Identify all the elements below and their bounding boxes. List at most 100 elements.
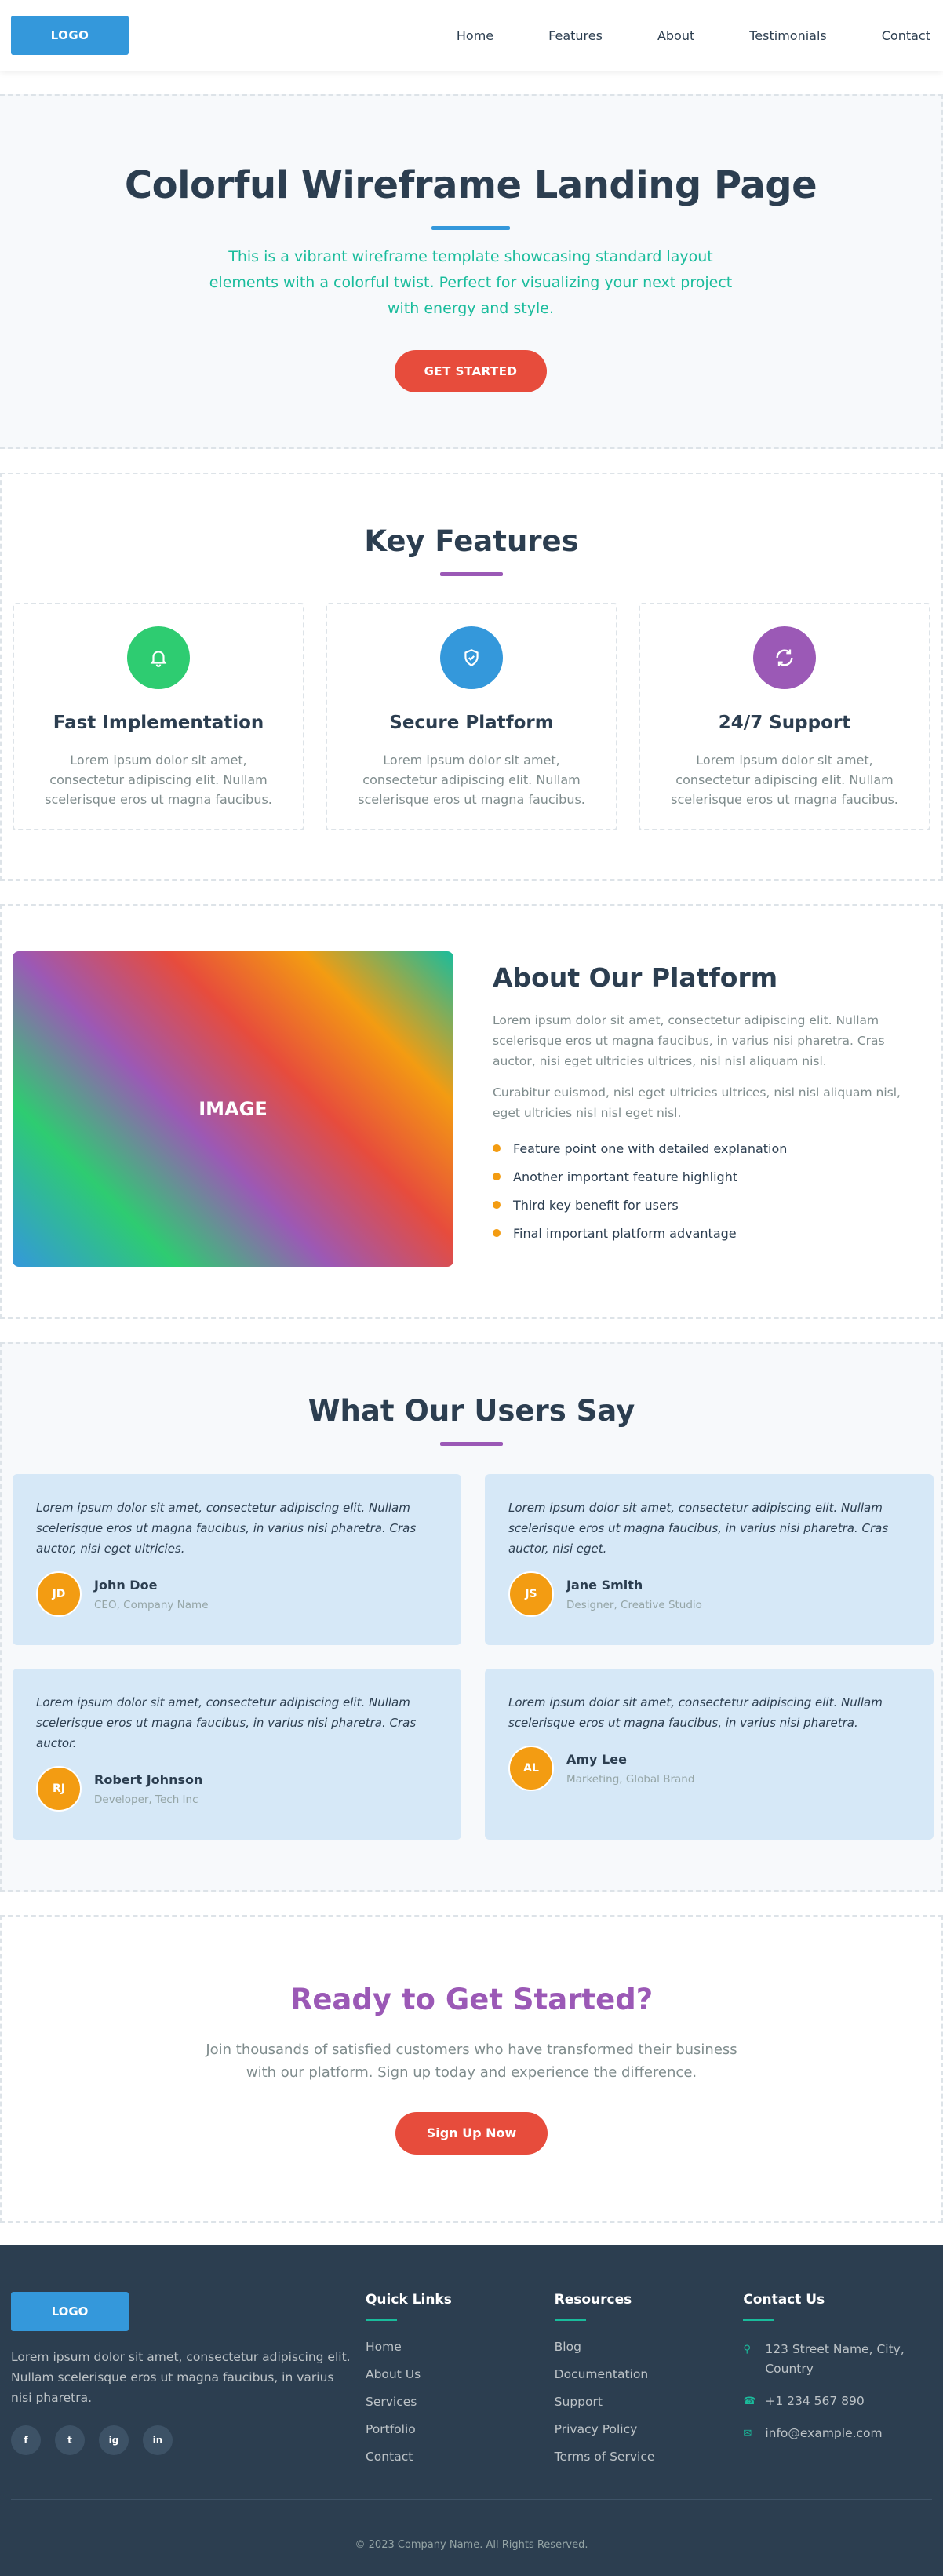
nav-about[interactable]: About — [657, 28, 694, 43]
footer-logo[interactable]: LOGO — [11, 2292, 129, 2331]
avatar: JS — [508, 1571, 554, 1617]
testimonial-quote: Lorem ipsum dolor sit amet, consectetur … — [36, 1501, 417, 1556]
cta-title: Ready to Get Started? — [289, 1983, 654, 2016]
contact-address: ⚲ 123 Street Name, City, Country — [743, 2340, 932, 2379]
features-section: Key Features Fast Implementation Lorem i… — [0, 473, 943, 881]
testimonial-quote: Lorem ipsum dolor sit amet, consectetur … — [508, 1501, 889, 1556]
author-name: Robert Johnson — [94, 1771, 203, 1787]
site-footer: LOGO Lorem ipsum dolor sit amet, consect… — [0, 2245, 943, 2576]
logo[interactable]: LOGO — [11, 16, 129, 55]
hero-subtitle: This is a vibrant wireframe template sho… — [209, 248, 733, 317]
list-item-text: Final important platform advantage — [513, 1225, 737, 1241]
author-name: John Doe — [94, 1577, 158, 1593]
map-pin-icon: ⚲ — [743, 2344, 751, 2355]
list-item: Third key benefit for users — [493, 1191, 924, 1219]
footer-link[interactable]: About Us — [366, 2367, 555, 2395]
footer-link[interactable]: Portfolio — [366, 2422, 555, 2450]
bullet-icon — [493, 1173, 501, 1180]
heading-underline — [365, 2319, 397, 2321]
feature-title: Secure Platform — [389, 713, 554, 733]
copyright: © 2023 Company Name. All Rights Reserved… — [11, 2499, 932, 2551]
footer-link[interactable]: Contact — [366, 2450, 555, 2477]
contact-text: +1 234 567 890 — [765, 2394, 865, 2408]
author-role: CEO, Company Name — [94, 1598, 209, 1611]
feature-title: 24/7 Support — [718, 713, 851, 733]
cta-text: Join thousands of satisfied customers wh… — [206, 2041, 737, 2081]
testimonials-title: What Our Users Say — [308, 1394, 635, 1428]
features-title: Key Features — [364, 524, 579, 558]
nav-testimonials[interactable]: Testimonials — [749, 28, 827, 43]
feature-title: Fast Implementation — [53, 713, 264, 733]
footer-description: Lorem ipsum dolor sit amet, consectetur … — [11, 2350, 351, 2405]
nav-contact[interactable]: Contact — [882, 28, 930, 43]
author-role: Designer, Creative Studio — [566, 1598, 702, 1611]
linkedin-icon[interactable]: in — [143, 2425, 173, 2455]
hero-title: Colorful Wireframe Landing Page — [124, 163, 817, 207]
author-role: Developer, Tech Inc — [94, 1793, 198, 1806]
contact-text: info@example.com — [765, 2426, 883, 2440]
testimonial-card: Lorem ipsum dolor sit amet, consectetur … — [485, 1474, 934, 1645]
footer-link[interactable]: Services — [366, 2395, 555, 2422]
get-started-button[interactable]: GET STARTED — [395, 350, 547, 392]
avatar: RJ — [36, 1766, 82, 1812]
site-header: LOGO Home Features About Testimonials Co… — [0, 0, 943, 71]
envelope-icon: ✉ — [743, 2428, 752, 2439]
bullet-icon — [493, 1229, 501, 1237]
nav-features[interactable]: Features — [548, 28, 603, 43]
hero-section: Colorful Wireframe Landing Page This is … — [0, 94, 943, 449]
about-image: IMAGE — [13, 951, 453, 1267]
bullet-icon — [493, 1144, 501, 1152]
about-paragraph: Lorem ipsum dolor sit amet, consectetur … — [493, 1013, 885, 1068]
feature-card: Fast Implementation Lorem ipsum dolor si… — [13, 603, 304, 830]
feature-card: Secure Platform Lorem ipsum dolor sit am… — [326, 603, 617, 830]
bullet-icon — [493, 1201, 501, 1209]
testimonial-card: Lorem ipsum dolor sit amet, consectetur … — [13, 1474, 461, 1645]
main-nav: Home Features About Testimonials Contact — [457, 28, 930, 43]
list-item-text: Another important feature highlight — [513, 1169, 738, 1184]
feature-text: Lorem ipsum dolor sit amet, consectetur … — [671, 753, 898, 807]
social-links: f t ig in — [11, 2425, 366, 2455]
footer-link[interactable]: Privacy Policy — [555, 2422, 744, 2450]
instagram-icon[interactable]: ig — [99, 2425, 129, 2455]
nav-home[interactable]: Home — [457, 28, 493, 43]
footer-link[interactable]: Blog — [555, 2340, 744, 2367]
author-role: Marketing, Global Brand — [566, 1772, 695, 1786]
shield-check-icon — [440, 626, 503, 689]
avatar: AL — [508, 1746, 554, 1791]
about-title: About Our Platform — [493, 962, 778, 993]
contact-email[interactable]: ✉ info@example.com — [743, 2424, 932, 2443]
testimonial-quote: Lorem ipsum dolor sit amet, consectetur … — [36, 1695, 417, 1750]
list-item: Final important platform advantage — [493, 1219, 924, 1247]
author-name: Amy Lee — [566, 1751, 627, 1767]
feature-card: 24/7 Support Lorem ipsum dolor sit amet,… — [639, 603, 930, 830]
footer-link[interactable]: Support — [555, 2395, 744, 2422]
footer-heading: Resources — [554, 2292, 632, 2308]
contact-phone[interactable]: ☎ +1 234 567 890 — [743, 2392, 932, 2411]
testimonial-quote: Lorem ipsum dolor sit amet, consectetur … — [508, 1695, 883, 1730]
refresh-24-icon — [753, 626, 816, 689]
footer-heading: Quick Links — [365, 2292, 452, 2308]
testimonial-card: Lorem ipsum dolor sit amet, consectetur … — [13, 1669, 461, 1840]
footer-link[interactable]: Home — [366, 2340, 555, 2367]
list-item: Another important feature highlight — [493, 1162, 924, 1191]
footer-link[interactable]: Terms of Service — [555, 2450, 744, 2477]
bell-icon — [127, 626, 190, 689]
about-points: Feature point one with detailed explanat… — [493, 1134, 924, 1247]
list-item-text: Third key benefit for users — [513, 1197, 679, 1213]
footer-heading: Contact Us — [743, 2292, 825, 2308]
footer-link[interactable]: Documentation — [555, 2367, 744, 2395]
feature-text: Lorem ipsum dolor sit amet, consectetur … — [45, 753, 272, 807]
heading-underline — [554, 2319, 586, 2321]
testimonials-section: What Our Users Say Lorem ipsum dolor sit… — [0, 1342, 943, 1892]
title-underline — [440, 572, 503, 576]
twitter-icon[interactable]: t — [55, 2425, 85, 2455]
about-section: IMAGE About Our Platform Lorem ipsum dol… — [0, 904, 943, 1319]
contact-text: 123 Street Name, City, Country — [765, 2342, 905, 2376]
about-paragraph: Curabitur euismod, nisl eget ultricies u… — [493, 1085, 901, 1120]
testimonial-card: Lorem ipsum dolor sit amet, consectetur … — [485, 1669, 934, 1840]
avatar: JD — [36, 1571, 82, 1617]
title-underline — [440, 1442, 503, 1446]
sign-up-button[interactable]: Sign Up Now — [395, 2112, 548, 2155]
feature-text: Lorem ipsum dolor sit amet, consectetur … — [358, 753, 585, 807]
facebook-icon[interactable]: f — [11, 2425, 41, 2455]
